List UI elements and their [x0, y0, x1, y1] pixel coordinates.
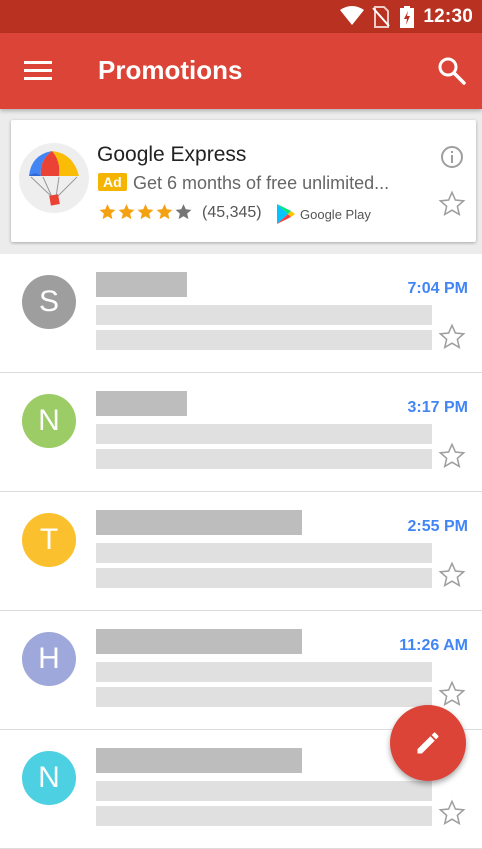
star-empty-icon	[174, 202, 193, 222]
rating-count: (45,345)	[202, 204, 262, 221]
subject-placeholder	[96, 662, 432, 682]
subject-placeholder	[96, 424, 432, 444]
sender-placeholder	[96, 272, 187, 297]
page-title: Promotions	[98, 55, 243, 85]
star-filled-icon	[155, 202, 174, 222]
subject-placeholder	[96, 305, 432, 325]
app-bar: Promotions	[0, 33, 482, 109]
star-filled-icon	[117, 202, 136, 222]
avatar: S	[22, 275, 76, 329]
snippet-placeholder	[96, 330, 432, 350]
status-bar: 12:30	[0, 0, 482, 33]
battery-charging-icon	[400, 6, 414, 28]
avatar: N	[22, 394, 76, 448]
star-icon[interactable]	[438, 561, 466, 589]
email-time: 2:55 PM	[407, 518, 468, 535]
email-row[interactable]: N 3:17 PM	[0, 373, 482, 492]
google-play-icon	[277, 204, 295, 224]
pencil-icon	[417, 732, 439, 754]
star-icon[interactable]	[438, 323, 466, 351]
sender-placeholder	[96, 748, 302, 773]
email-time: 3:17 PM	[407, 399, 468, 416]
subject-placeholder	[96, 543, 432, 563]
avatar: H	[22, 632, 76, 686]
ad-title: Google Express	[97, 143, 247, 166]
google-express-logo	[19, 143, 89, 213]
email-row[interactable]: S 7:04 PM	[0, 254, 482, 373]
star-filled-icon	[98, 202, 117, 222]
menu-icon[interactable]	[22, 57, 54, 85]
search-icon[interactable]	[436, 55, 468, 87]
ad-badge: Ad	[98, 173, 127, 191]
sender-placeholder	[96, 510, 302, 535]
subject-placeholder	[96, 781, 432, 801]
email-time: 7:04 PM	[407, 280, 468, 297]
no-sim-icon	[372, 6, 390, 28]
ad-description: Get 6 months of free unlimited...	[133, 173, 390, 193]
email-row[interactable]: T 2:55 PM	[0, 492, 482, 611]
star-icon[interactable]	[438, 442, 466, 470]
google-play-label: Google Play	[300, 206, 371, 222]
google-play-badge: Google Play	[276, 202, 371, 226]
ad-card[interactable]: Google Express Ad Get 6 months of free u…	[11, 120, 476, 242]
snippet-placeholder	[96, 687, 432, 707]
star-filled-icon	[136, 202, 155, 222]
sender-placeholder	[96, 391, 187, 416]
info-icon[interactable]	[440, 145, 464, 169]
star-icon[interactable]	[438, 190, 466, 218]
snippet-placeholder	[96, 449, 432, 469]
sender-placeholder	[96, 629, 302, 654]
rating-stars	[98, 202, 193, 224]
star-icon[interactable]	[438, 799, 466, 827]
snippet-placeholder	[96, 806, 432, 826]
email-time: 11:26 AM	[399, 637, 468, 654]
wifi-icon	[340, 6, 364, 25]
compose-button[interactable]	[390, 705, 466, 781]
avatar: T	[22, 513, 76, 567]
star-icon[interactable]	[438, 680, 466, 708]
snippet-placeholder	[96, 568, 432, 588]
avatar: N	[22, 751, 76, 805]
status-time: 12:30	[423, 6, 473, 27]
